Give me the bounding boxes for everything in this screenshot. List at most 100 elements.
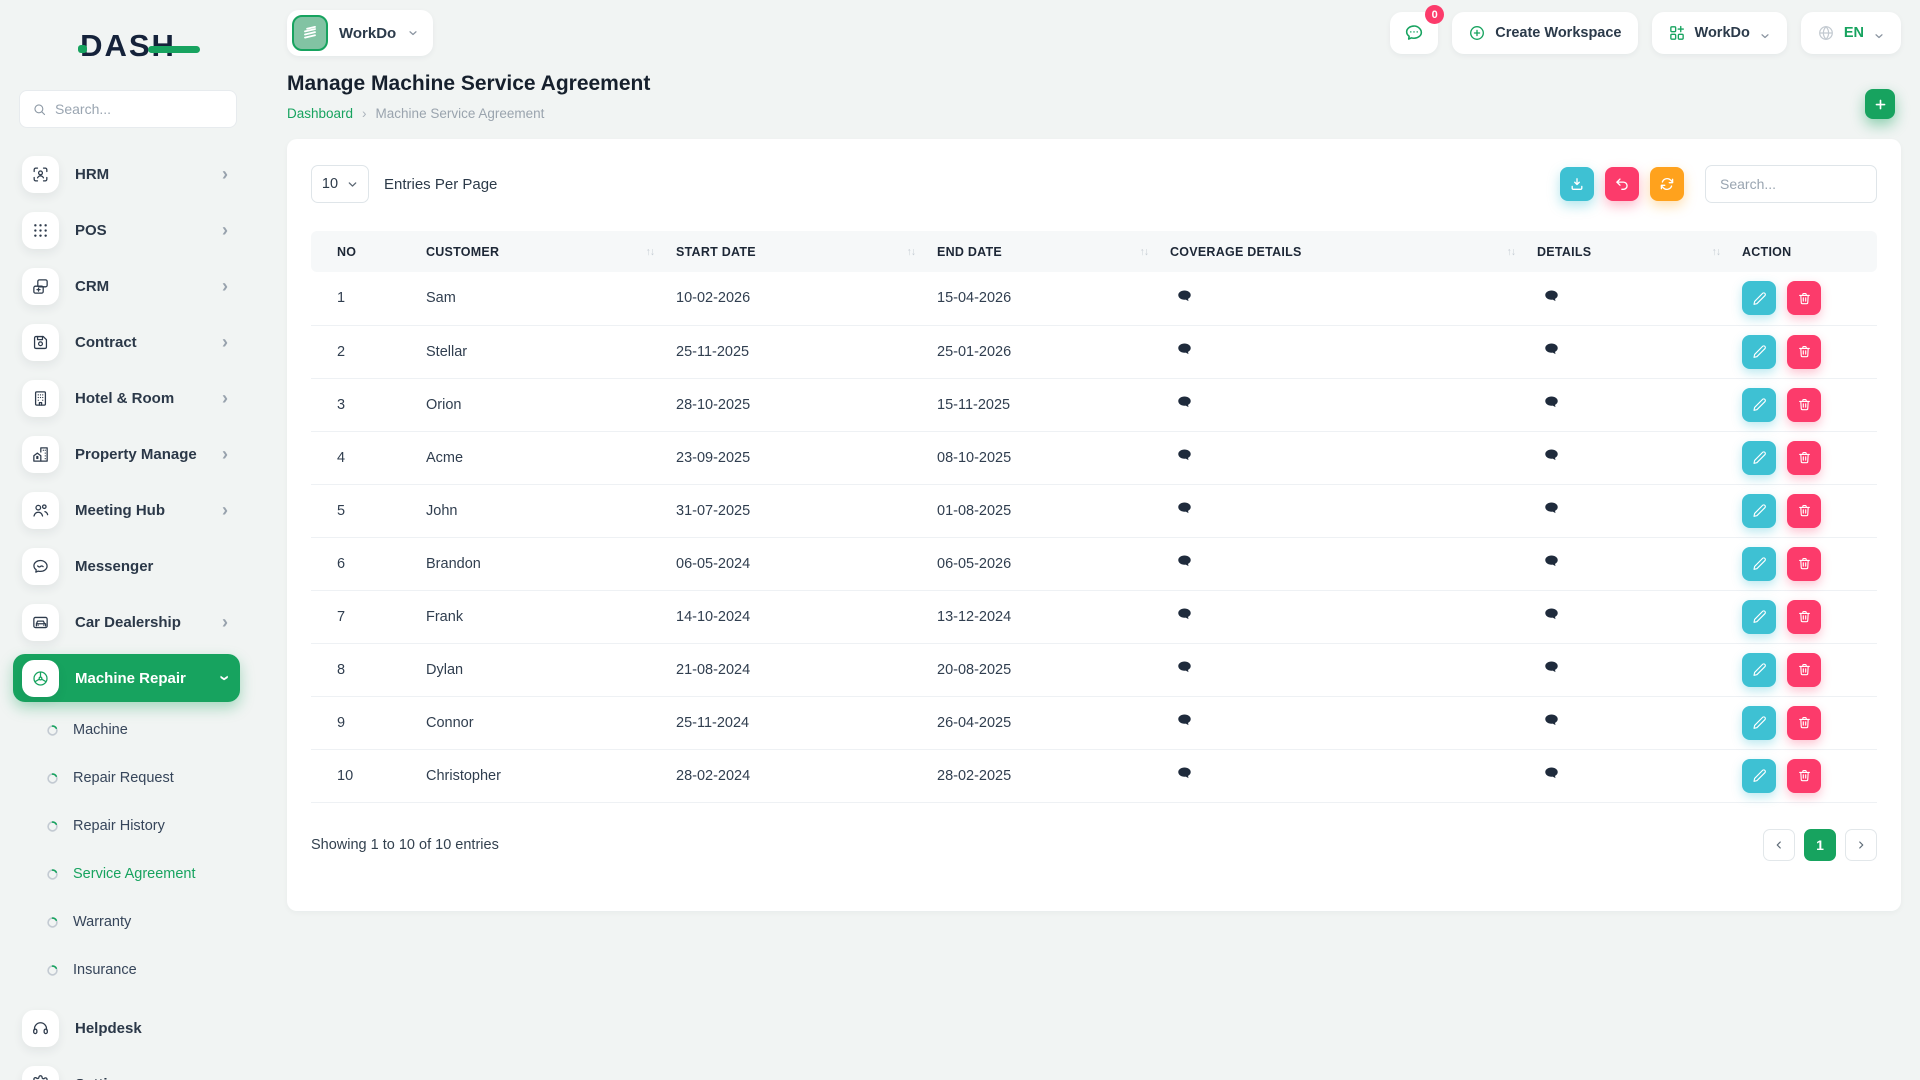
refresh-button[interactable] bbox=[1650, 167, 1684, 201]
workspace-selector[interactable]: WorkDo bbox=[287, 10, 433, 56]
edit-button[interactable] bbox=[1742, 281, 1776, 315]
sidebar-nav-bottom: Helpdesk › Settings › bbox=[0, 1000, 256, 1080]
delete-button[interactable] bbox=[1787, 281, 1821, 315]
trash-icon bbox=[1797, 344, 1812, 359]
details-bubble-icon[interactable] bbox=[1543, 659, 1560, 676]
page-1-button[interactable]: 1 bbox=[1804, 829, 1836, 861]
messages-button[interactable]: 0 bbox=[1390, 12, 1438, 54]
column-header-start-date[interactable]: START DATE↑↓ bbox=[676, 231, 937, 272]
edit-button[interactable] bbox=[1742, 335, 1776, 369]
details-bubble-icon[interactable] bbox=[1543, 288, 1560, 305]
previous-page-button[interactable] bbox=[1763, 829, 1795, 861]
export-button[interactable] bbox=[1560, 167, 1594, 201]
delete-button[interactable] bbox=[1787, 494, 1821, 528]
edit-button[interactable] bbox=[1742, 494, 1776, 528]
sidebar-item-property-manage[interactable]: Property Manage › bbox=[0, 426, 256, 482]
sidebar-item-contract[interactable]: Contract › bbox=[0, 314, 256, 370]
edit-button[interactable] bbox=[1742, 547, 1776, 581]
next-page-button[interactable] bbox=[1845, 829, 1877, 861]
sort-icon[interactable]: ↑↓ bbox=[1507, 246, 1516, 258]
column-header-end-date[interactable]: END DATE↑↓ bbox=[937, 231, 1170, 272]
edit-button[interactable] bbox=[1742, 759, 1776, 793]
add-agreement-button[interactable] bbox=[1865, 89, 1895, 119]
helpdesk-icon bbox=[31, 1019, 50, 1038]
coverage-details-bubble-icon[interactable] bbox=[1176, 394, 1193, 411]
details-bubble-icon[interactable] bbox=[1543, 447, 1560, 464]
cell-customer: Stellar bbox=[426, 325, 676, 378]
edit-button[interactable] bbox=[1742, 706, 1776, 740]
coverage-details-bubble-icon[interactable] bbox=[1176, 341, 1193, 358]
create-workspace-button[interactable]: Create Workspace bbox=[1452, 12, 1637, 54]
edit-button[interactable] bbox=[1742, 600, 1776, 634]
sidebar-item-helpdesk[interactable]: Helpdesk › bbox=[0, 1000, 256, 1056]
breadcrumb-dashboard-link[interactable]: Dashboard bbox=[287, 106, 353, 121]
sidebar-item-crm[interactable]: CRM › bbox=[0, 258, 256, 314]
delete-button[interactable] bbox=[1787, 600, 1821, 634]
sidebar-subitem-service-agreement[interactable]: Service Agreement bbox=[0, 850, 256, 898]
crm-icon bbox=[31, 277, 50, 296]
sidebar-item-pos[interactable]: POS › bbox=[0, 202, 256, 258]
details-bubble-icon[interactable] bbox=[1543, 712, 1560, 729]
delete-button[interactable] bbox=[1787, 706, 1821, 740]
sidebar-item-machine-repair[interactable]: Machine Repair › bbox=[0, 650, 256, 706]
messenger-icon bbox=[31, 557, 50, 576]
sidebar-search-input[interactable] bbox=[55, 101, 236, 117]
sidebar-item-hrm[interactable]: HRM › bbox=[0, 146, 256, 202]
coverage-details-bubble-icon[interactable] bbox=[1176, 765, 1193, 782]
language-selector[interactable]: EN bbox=[1801, 12, 1901, 54]
sort-icon[interactable]: ↑↓ bbox=[907, 246, 916, 258]
delete-button[interactable] bbox=[1787, 759, 1821, 793]
cell-no: 8 bbox=[311, 643, 426, 696]
plus-icon bbox=[1873, 97, 1888, 112]
details-bubble-icon[interactable] bbox=[1543, 394, 1560, 411]
table-search-input[interactable] bbox=[1705, 165, 1877, 203]
column-header-customer[interactable]: CUSTOMER↑↓ bbox=[426, 231, 676, 272]
coverage-details-bubble-icon[interactable] bbox=[1176, 553, 1193, 570]
coverage-details-bubble-icon[interactable] bbox=[1176, 447, 1193, 464]
dash-logo[interactable]: DASH bbox=[80, 28, 176, 64]
edit-button[interactable] bbox=[1742, 441, 1776, 475]
sidebar-subitem-warranty[interactable]: Warranty bbox=[0, 898, 256, 946]
sidebar-subitem-machine[interactable]: Machine bbox=[0, 706, 256, 754]
sidebar-item-car-dealership[interactable]: Car Dealership › bbox=[0, 594, 256, 650]
details-bubble-icon[interactable] bbox=[1543, 553, 1560, 570]
coverage-details-bubble-icon[interactable] bbox=[1176, 500, 1193, 517]
pencil-icon bbox=[1752, 609, 1767, 624]
sidebar-subitem-insurance[interactable]: Insurance bbox=[0, 946, 256, 994]
coverage-details-bubble-icon[interactable] bbox=[1176, 606, 1193, 623]
delete-button[interactable] bbox=[1787, 441, 1821, 475]
agreements-table: NO CUSTOMER↑↓ START DATE↑↓ END DATE↑↓ CO… bbox=[311, 231, 1877, 803]
settings-icon bbox=[31, 1075, 50, 1080]
delete-button[interactable] bbox=[1787, 653, 1821, 687]
sidebar-item-settings[interactable]: Settings › bbox=[0, 1056, 256, 1080]
column-header-details[interactable]: DETAILS↑↓ bbox=[1537, 231, 1742, 272]
delete-button[interactable] bbox=[1787, 547, 1821, 581]
details-bubble-icon[interactable] bbox=[1543, 500, 1560, 517]
edit-button[interactable] bbox=[1742, 388, 1776, 422]
column-header-coverage-details[interactable]: COVERAGE DETAILS↑↓ bbox=[1170, 231, 1537, 272]
sort-icon[interactable]: ↑↓ bbox=[1712, 246, 1721, 258]
entries-per-page-select[interactable]: 10 bbox=[311, 165, 369, 203]
details-bubble-icon[interactable] bbox=[1543, 765, 1560, 782]
sort-icon[interactable]: ↑↓ bbox=[1140, 246, 1149, 258]
sidebar-item-label: Meeting Hub bbox=[75, 502, 165, 519]
chevron-right-icon: › bbox=[222, 501, 228, 519]
entries-per-page-value: 10 bbox=[322, 176, 338, 192]
sidebar-item-hotel-room[interactable]: Hotel & Room › bbox=[0, 370, 256, 426]
details-bubble-icon[interactable] bbox=[1543, 606, 1560, 623]
sort-icon[interactable]: ↑↓ bbox=[646, 246, 655, 258]
workspace-switcher[interactable]: WorkDo bbox=[1652, 12, 1787, 54]
coverage-details-bubble-icon[interactable] bbox=[1176, 659, 1193, 676]
hotel-icon bbox=[31, 389, 50, 408]
coverage-details-bubble-icon[interactable] bbox=[1176, 712, 1193, 729]
sidebar-subitem-repair-request[interactable]: Repair Request bbox=[0, 754, 256, 802]
sidebar-item-messenger[interactable]: Messenger › bbox=[0, 538, 256, 594]
details-bubble-icon[interactable] bbox=[1543, 341, 1560, 358]
reset-button[interactable] bbox=[1605, 167, 1639, 201]
edit-button[interactable] bbox=[1742, 653, 1776, 687]
sidebar-subitem-repair-history[interactable]: Repair History bbox=[0, 802, 256, 850]
coverage-details-bubble-icon[interactable] bbox=[1176, 288, 1193, 305]
delete-button[interactable] bbox=[1787, 388, 1821, 422]
sidebar-item-meeting-hub[interactable]: Meeting Hub › bbox=[0, 482, 256, 538]
delete-button[interactable] bbox=[1787, 335, 1821, 369]
